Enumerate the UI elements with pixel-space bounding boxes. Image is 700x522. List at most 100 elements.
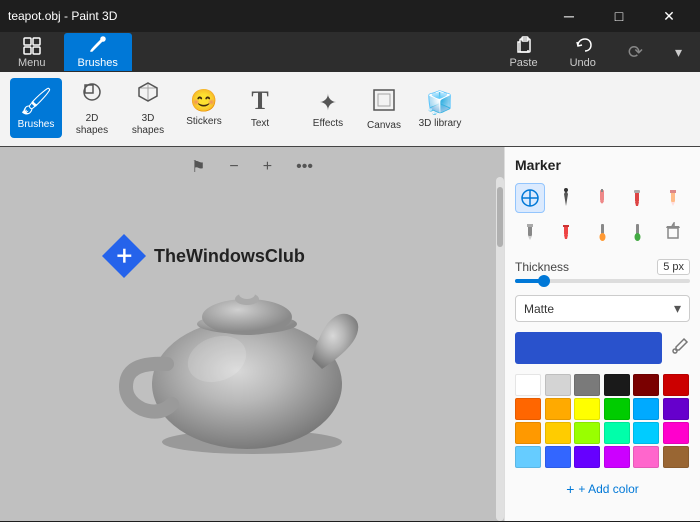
ribbon-item-3dlibrary[interactable]: 🧊 3D library bbox=[414, 80, 466, 140]
zoom-in-button[interactable]: + bbox=[257, 156, 278, 178]
swatch-royalblue[interactable] bbox=[545, 446, 571, 468]
material-label: Matte bbox=[524, 302, 554, 316]
more-options-button[interactable]: ▾ bbox=[661, 33, 696, 71]
scrollbar-thumb[interactable] bbox=[497, 187, 503, 247]
brush-icon-crayon[interactable] bbox=[551, 217, 581, 247]
tab-brushes-label: Brushes bbox=[78, 57, 118, 69]
thickness-row: Thickness 5 px bbox=[515, 259, 690, 275]
swatch-blue[interactable] bbox=[633, 398, 659, 420]
right-panel: Marker bbox=[504, 147, 700, 521]
more-canvas-button[interactable]: ••• bbox=[290, 156, 319, 178]
ribbon-stickers-label: Stickers bbox=[186, 116, 222, 128]
swatch-green[interactable] bbox=[604, 398, 630, 420]
close-button[interactable]: ✕ bbox=[646, 0, 692, 32]
flag-button[interactable]: ⚑ bbox=[185, 155, 211, 179]
swatch-lightblue[interactable] bbox=[515, 446, 541, 468]
swatch-gray[interactable] bbox=[574, 374, 600, 396]
add-color-label: + Add color bbox=[578, 482, 638, 496]
paste-label: Paste bbox=[509, 57, 537, 69]
undo-button[interactable]: Undo bbox=[556, 33, 610, 71]
brush-icons-grid bbox=[515, 183, 690, 247]
vertical-scrollbar[interactable] bbox=[496, 177, 504, 521]
swatch-orange[interactable] bbox=[515, 398, 541, 420]
ribbon-item-brushes[interactable]: 🖌 Brushes bbox=[10, 78, 62, 138]
swatch-lightyellow[interactable] bbox=[545, 422, 571, 444]
ribbon-item-effects[interactable]: ✦ Effects bbox=[302, 80, 354, 140]
canvas-area[interactable]: ⚑ − + ••• bbox=[0, 147, 504, 521]
brush-icon-brush1[interactable] bbox=[587, 183, 617, 213]
ribbon-top: Menu Brushes Paste Undo ⟳ bbox=[0, 32, 700, 72]
ribbon-item-text[interactable]: T Text bbox=[234, 78, 286, 138]
swatch-purple[interactable] bbox=[663, 398, 689, 420]
swatch-brown[interactable] bbox=[663, 446, 689, 468]
ribbon-brushes-label: Brushes bbox=[18, 119, 55, 131]
brush-icon-compass[interactable] bbox=[515, 183, 545, 213]
material-dropdown[interactable]: Matte ▾ bbox=[515, 295, 690, 322]
swatch-teal[interactable] bbox=[604, 422, 630, 444]
slider-track bbox=[515, 279, 690, 283]
chevron-down-icon: ▾ bbox=[674, 300, 681, 317]
title-bar-controls: ─ □ ✕ bbox=[546, 0, 692, 32]
paste-button[interactable]: Paste bbox=[495, 33, 551, 71]
tab-brushes[interactable]: Brushes bbox=[64, 33, 132, 71]
thickness-value: 5 px bbox=[657, 259, 690, 275]
swatch-red[interactable] bbox=[663, 374, 689, 396]
ribbon-3dlibrary-label: 3D library bbox=[419, 118, 462, 130]
ribbon-item-3dshapes[interactable]: 3D shapes bbox=[122, 78, 174, 138]
color-preview-box[interactable] bbox=[515, 332, 662, 364]
watermark-logo: ✕ bbox=[102, 234, 146, 278]
ribbon-canvas-label: Canvas bbox=[367, 120, 401, 132]
swatch-lightgray[interactable] bbox=[545, 374, 571, 396]
thickness-slider[interactable] bbox=[515, 279, 690, 283]
color-preview-row bbox=[515, 332, 690, 364]
slider-thumb[interactable] bbox=[538, 275, 550, 287]
teapot-container: ✕ TheWindowsClub bbox=[72, 184, 432, 484]
swatch-hotpink[interactable] bbox=[663, 422, 689, 444]
ribbon-2dshapes-label: 2D shapes bbox=[70, 113, 114, 137]
ribbon-content: 🖌 Brushes 2D shapes 3D shapes 😊 Stickers bbox=[0, 72, 700, 146]
add-color-button[interactable]: + + Add color bbox=[515, 476, 690, 502]
title-bar-left: teapot.obj - Paint 3D bbox=[8, 9, 117, 23]
swatch-skyblue[interactable] bbox=[633, 422, 659, 444]
panel-title: Marker bbox=[515, 157, 690, 173]
brush-icon-marker[interactable] bbox=[622, 183, 652, 213]
swatch-lightorange[interactable] bbox=[515, 422, 541, 444]
brush-icon-pen[interactable] bbox=[551, 183, 581, 213]
title-bar: teapot.obj - Paint 3D ─ □ ✕ bbox=[0, 0, 700, 32]
ribbon-item-stickers[interactable]: 😊 Stickers bbox=[178, 78, 230, 138]
swatch-white[interactable] bbox=[515, 374, 541, 396]
ribbon-row2: ✦ Effects Canvas 🧊 3D library bbox=[302, 80, 466, 140]
swatch-darkred[interactable] bbox=[633, 374, 659, 396]
ribbon-item-canvas[interactable]: Canvas bbox=[358, 80, 410, 140]
swatch-lime[interactable] bbox=[574, 422, 600, 444]
swatch-pink[interactable] bbox=[633, 446, 659, 468]
eyedropper-button[interactable] bbox=[670, 336, 690, 361]
watermark-text: TheWindowsClub bbox=[154, 246, 305, 267]
swatch-violet[interactable] bbox=[604, 446, 630, 468]
redo-button[interactable]: ⟳ bbox=[614, 33, 657, 71]
ribbon-item-2dshapes[interactable]: 2D shapes bbox=[66, 78, 118, 138]
brush-icon-pen2[interactable] bbox=[622, 217, 652, 247]
swatch-amber[interactable] bbox=[545, 398, 571, 420]
swatch-indigo[interactable] bbox=[574, 446, 600, 468]
swatch-yellow[interactable] bbox=[574, 398, 600, 420]
swatch-black[interactable] bbox=[604, 374, 630, 396]
zoom-out-button[interactable]: − bbox=[223, 156, 244, 178]
brush-icon-brush2[interactable] bbox=[587, 217, 617, 247]
minimize-button[interactable]: ─ bbox=[546, 0, 592, 32]
main-area: ⚑ − + ••• bbox=[0, 147, 700, 521]
plus-icon: + bbox=[566, 481, 574, 497]
brush-icon-pencil2[interactable] bbox=[515, 217, 545, 247]
ribbon-text-label: Text bbox=[251, 118, 269, 130]
brush-icon-bucket[interactable] bbox=[658, 217, 688, 247]
title-bar-title: teapot.obj - Paint 3D bbox=[8, 9, 117, 23]
thickness-label: Thickness bbox=[515, 260, 569, 274]
maximize-button[interactable]: □ bbox=[596, 0, 642, 32]
undo-label: Undo bbox=[570, 57, 596, 69]
brush-icon-pencil1[interactable] bbox=[658, 183, 688, 213]
ribbon-effects-label: Effects bbox=[313, 118, 343, 130]
tab-menu-label: Menu bbox=[18, 57, 46, 69]
watermark: ✕ TheWindowsClub bbox=[102, 234, 305, 278]
ribbon-row1: 🖌 Brushes 2D shapes 3D shapes 😊 Stickers bbox=[10, 78, 286, 140]
tab-menu[interactable]: Menu bbox=[4, 33, 60, 71]
